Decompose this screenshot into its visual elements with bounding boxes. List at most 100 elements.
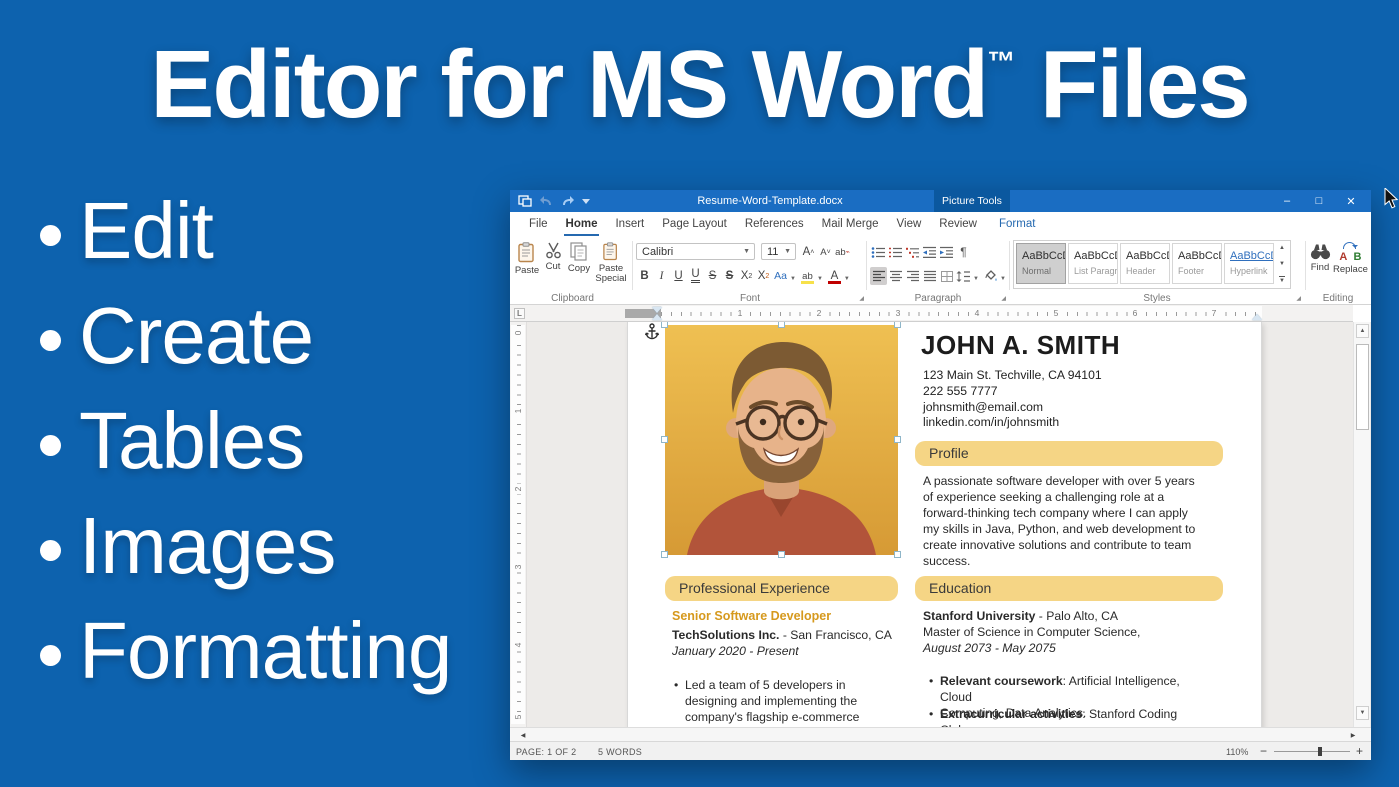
document-page[interactable]: JOHN A. SMITH 123 Main St. Techville, CA… xyxy=(627,322,1262,727)
resize-handle-top-left[interactable] xyxy=(661,322,668,328)
resize-handle-bottom-right[interactable] xyxy=(894,551,901,558)
resize-handle-top-right[interactable] xyxy=(894,322,901,328)
zoom-slider-thumb[interactable] xyxy=(1318,747,1322,756)
gallery-expand-icon[interactable]: ▼ xyxy=(1279,276,1285,285)
find-button[interactable]: Find xyxy=(1307,237,1333,273)
grow-font-button[interactable]: A˄ xyxy=(800,243,817,261)
shading-button[interactable] xyxy=(982,267,999,285)
font-size-select[interactable]: 11▼ xyxy=(761,243,796,260)
zoom-slider[interactable] xyxy=(1274,751,1350,752)
resize-handle-mid-right[interactable] xyxy=(894,436,901,443)
subscript-button[interactable]: X2 xyxy=(755,267,772,285)
underline-button[interactable]: U xyxy=(670,267,687,285)
double-underline-button[interactable]: U xyxy=(691,269,699,283)
tab-view[interactable]: View xyxy=(888,212,931,237)
resize-handle-top-center[interactable] xyxy=(778,322,785,328)
chevron-down-icon[interactable]: ▼ xyxy=(780,248,795,255)
clipboard-group: Paste Cut Copy Paste Special Clipboard xyxy=(514,237,631,305)
tab-home[interactable]: Home xyxy=(557,212,607,237)
bulleted-list-button[interactable] xyxy=(870,243,887,261)
tab-page-layout[interactable]: Page Layout xyxy=(653,212,736,237)
shrink-font-button[interactable]: A˅ xyxy=(817,243,834,261)
chevron-down-icon[interactable]: ▼ xyxy=(973,276,979,282)
vertical-scrollbar[interactable] xyxy=(1353,322,1370,727)
right-indent-marker[interactable] xyxy=(1252,314,1262,320)
line-spacing-button[interactable] xyxy=(955,267,972,285)
decrease-indent-button[interactable] xyxy=(921,243,938,261)
chevron-down-icon[interactable]: ▼ xyxy=(844,276,850,282)
qat-customize-icon[interactable] xyxy=(582,199,590,204)
scroll-up-icon[interactable] xyxy=(1356,324,1369,338)
close-button[interactable]: ✕ xyxy=(1335,190,1367,212)
tab-selector-icon[interactable]: L xyxy=(514,308,525,319)
text-effects-button[interactable]: ab⌁ xyxy=(834,243,851,261)
tab-review[interactable]: Review xyxy=(930,212,986,237)
profile-section-header: Profile xyxy=(915,441,1223,466)
style-hyperlink[interactable]: AaBbCcDc Hyperlink xyxy=(1224,243,1274,284)
style-normal[interactable]: AaBbCcDc Normal xyxy=(1016,243,1066,284)
style-footer[interactable]: AaBbCcDc Footer xyxy=(1172,243,1222,284)
paste-button[interactable]: Paste xyxy=(514,237,540,276)
superscript-button[interactable]: X2 xyxy=(738,267,755,285)
style-header[interactable]: AaBbCcDc Header xyxy=(1120,243,1170,284)
paragraph-dialog-launcher-icon[interactable]: ◢ xyxy=(1001,296,1006,302)
chevron-down-icon[interactable]: ▼ xyxy=(1000,276,1006,282)
school-location: - Palo Alto, CA xyxy=(1035,609,1118,623)
hanging-indent-marker[interactable] xyxy=(652,314,662,320)
double-strikethrough-button[interactable]: S xyxy=(721,267,738,285)
align-right-button[interactable] xyxy=(904,267,921,285)
change-case-button[interactable]: Aa xyxy=(772,267,789,285)
increase-indent-button[interactable] xyxy=(938,243,955,261)
font-color-button[interactable]: A xyxy=(826,267,843,285)
chevron-down-icon[interactable]: ▼ xyxy=(739,248,754,255)
picture-tools-contextual-tab[interactable]: Picture Tools xyxy=(934,190,1010,212)
scroll-left-icon[interactable] xyxy=(516,729,530,741)
tab-file[interactable]: File xyxy=(520,212,557,237)
chevron-down-icon[interactable]: ▼ xyxy=(817,276,823,282)
copy-button[interactable]: Copy xyxy=(566,237,592,274)
cut-button[interactable]: Cut xyxy=(540,237,566,272)
job-bullet-line: Led a team of 5 developers in xyxy=(685,677,887,693)
paste-special-button[interactable]: Paste Special xyxy=(592,237,630,284)
replace-button[interactable]: A B Replace xyxy=(1333,237,1368,275)
undo-icon[interactable] xyxy=(540,196,553,206)
resize-handle-mid-left[interactable] xyxy=(661,436,668,443)
tab-format[interactable]: Format xyxy=(990,212,1044,237)
align-left-button[interactable] xyxy=(870,267,887,285)
styles-dialog-launcher-icon[interactable]: ◢ xyxy=(1296,296,1301,302)
italic-button[interactable]: I xyxy=(653,267,670,285)
scroll-down-icon[interactable] xyxy=(1356,706,1369,720)
align-center-button[interactable] xyxy=(887,267,904,285)
first-line-indent-marker[interactable] xyxy=(652,307,662,313)
tab-mail-merge[interactable]: Mail Merge xyxy=(813,212,888,237)
tab-insert[interactable]: Insert xyxy=(606,212,653,237)
highlight-color-button[interactable]: ab xyxy=(799,267,816,285)
bold-button[interactable]: B xyxy=(636,267,653,285)
style-list-paragraph[interactable]: AaBbCcDc List Paragra xyxy=(1068,243,1118,284)
tab-references[interactable]: References xyxy=(736,212,813,237)
maximize-button[interactable]: □ xyxy=(1303,190,1335,212)
resize-handle-bottom-center[interactable] xyxy=(778,551,785,558)
redo-icon[interactable] xyxy=(561,196,574,206)
feature-item: Create xyxy=(40,283,451,388)
justify-button[interactable] xyxy=(921,267,938,285)
font-family-value: Calibri xyxy=(642,246,673,258)
horizontal-scrollbar[interactable] xyxy=(510,727,1371,741)
font-family-select[interactable]: Calibri ▼ xyxy=(636,243,755,260)
zoom-in-button[interactable]: + xyxy=(1356,744,1363,758)
font-dialog-launcher-icon[interactable]: ◢ xyxy=(859,296,864,302)
strikethrough-button[interactable]: S xyxy=(704,267,721,285)
minimize-button[interactable]: – xyxy=(1271,190,1303,212)
multilevel-list-button[interactable] xyxy=(904,243,921,261)
vertical-scroll-thumb[interactable] xyxy=(1356,344,1369,430)
zoom-out-button[interactable]: − xyxy=(1260,744,1267,758)
gallery-scroll-up-icon[interactable]: ▲ xyxy=(1279,244,1285,252)
numbered-list-button[interactable] xyxy=(887,243,904,261)
chevron-down-icon[interactable]: ▼ xyxy=(790,276,796,282)
borders-button[interactable] xyxy=(938,267,955,285)
show-paragraph-marks-button[interactable]: ¶ xyxy=(955,243,972,261)
resize-handle-bottom-left[interactable] xyxy=(661,551,668,558)
gallery-scroll-down-icon[interactable]: ▼ xyxy=(1279,260,1285,268)
resume-photo[interactable] xyxy=(665,325,898,555)
scroll-right-icon[interactable] xyxy=(1346,729,1360,741)
